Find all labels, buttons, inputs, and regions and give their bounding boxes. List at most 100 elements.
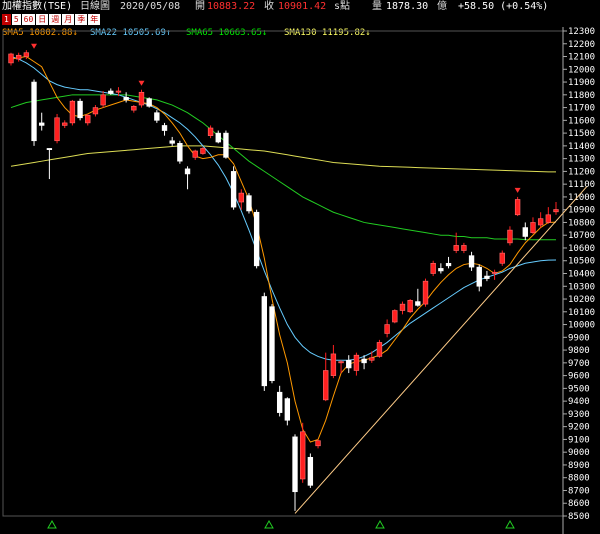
candle-body bbox=[499, 252, 505, 264]
candle-body bbox=[261, 296, 267, 387]
y-tick-label: 12200 bbox=[568, 40, 595, 50]
y-tick-label: 9400 bbox=[568, 397, 590, 407]
y-tick-label: 8500 bbox=[568, 512, 590, 522]
candle-body bbox=[69, 100, 76, 124]
y-tick-label: 9900 bbox=[568, 333, 590, 343]
y-tick-label: 10700 bbox=[568, 231, 595, 241]
candle-body bbox=[184, 168, 191, 175]
candle-body bbox=[323, 370, 329, 401]
y-tick-label: 9700 bbox=[568, 359, 590, 369]
y-tick-label: 8800 bbox=[568, 474, 590, 484]
y-tick-label: 11700 bbox=[568, 104, 595, 114]
candle-body bbox=[15, 54, 22, 60]
candle-body bbox=[353, 354, 360, 371]
candle-body bbox=[292, 436, 298, 493]
candle-body bbox=[484, 275, 490, 279]
candle-body bbox=[92, 107, 99, 115]
candle-body bbox=[207, 127, 214, 136]
y-tick-label: 10800 bbox=[568, 218, 595, 228]
candle-body bbox=[514, 199, 521, 216]
y-tick-label: 9800 bbox=[568, 346, 590, 356]
y-tick-label: 11900 bbox=[568, 78, 595, 88]
y-tick-label: 12300 bbox=[568, 27, 595, 37]
period-marker-icon bbox=[264, 519, 274, 529]
candle-body bbox=[223, 132, 229, 158]
candle-body bbox=[537, 218, 544, 226]
period-marker-icon bbox=[47, 519, 57, 529]
candle-body bbox=[177, 143, 183, 162]
y-tick-label: 10200 bbox=[568, 295, 595, 305]
candle-body bbox=[246, 195, 252, 212]
y-tick-label: 9300 bbox=[568, 410, 590, 420]
candle-body bbox=[407, 300, 413, 313]
y-tick-label: 11300 bbox=[568, 155, 595, 165]
candle-body bbox=[62, 122, 68, 126]
y-tick-label: 10000 bbox=[568, 321, 595, 331]
candle-body bbox=[461, 245, 467, 251]
sma22-line bbox=[10, 56, 557, 361]
candle-body bbox=[361, 358, 367, 364]
candle-body bbox=[330, 353, 337, 376]
y-tick-label: 9100 bbox=[568, 435, 590, 445]
candle-body bbox=[307, 456, 314, 486]
candle-body bbox=[376, 342, 383, 357]
y-tick-label: 10600 bbox=[568, 244, 595, 254]
y-tick-label: 10100 bbox=[568, 308, 595, 318]
y-tick-label: 9500 bbox=[568, 384, 590, 394]
candle-body bbox=[415, 301, 421, 306]
y-tick-label: 10500 bbox=[568, 257, 595, 267]
sma130-line bbox=[10, 145, 556, 173]
y-tick-label: 11800 bbox=[568, 91, 595, 101]
candle-body bbox=[338, 361, 344, 364]
candle-body bbox=[422, 280, 429, 305]
candle-body bbox=[300, 431, 306, 480]
y-tick-label: 9200 bbox=[568, 423, 590, 433]
y-tick-label: 9000 bbox=[568, 448, 590, 458]
y-tick-label: 8600 bbox=[568, 499, 590, 509]
candle-body bbox=[369, 357, 375, 361]
candle-body bbox=[384, 324, 390, 334]
candle-body bbox=[54, 117, 60, 142]
candle-body bbox=[46, 148, 53, 150]
marker-arrow bbox=[138, 80, 145, 86]
sma65-line bbox=[10, 94, 556, 241]
y-tick-label: 12000 bbox=[568, 65, 595, 75]
candle-body bbox=[161, 125, 168, 131]
candle-body bbox=[430, 262, 436, 274]
marker-arrow bbox=[514, 187, 521, 193]
candle-body bbox=[276, 391, 283, 413]
y-tick-label: 12100 bbox=[568, 53, 595, 63]
candle-body bbox=[476, 266, 482, 287]
y-tick-label: 10400 bbox=[568, 270, 595, 280]
candle-body bbox=[522, 227, 528, 237]
candle-body bbox=[438, 268, 444, 272]
candle-body bbox=[530, 222, 536, 233]
y-tick-label: 11100 bbox=[568, 180, 595, 190]
candle-body bbox=[230, 171, 237, 208]
candle-body bbox=[108, 90, 114, 94]
candle-body bbox=[507, 229, 513, 244]
candlestick-chart: 12300 12200 12100 12000 11900 11800 11700 11600… bbox=[2, 27, 595, 534]
candle-body bbox=[346, 359, 352, 369]
candle-body bbox=[553, 209, 559, 213]
period-marker-icon bbox=[505, 519, 515, 529]
candle-body bbox=[131, 106, 137, 111]
candle-body bbox=[39, 122, 45, 126]
candle-body bbox=[146, 98, 152, 107]
candle-body bbox=[115, 90, 122, 93]
candle-body bbox=[453, 245, 459, 251]
y-tick-label: 11500 bbox=[568, 129, 595, 139]
candle-body bbox=[85, 114, 91, 124]
candle-body bbox=[77, 100, 83, 119]
sma5-line bbox=[10, 56, 557, 443]
candle-body bbox=[23, 52, 30, 57]
period-marker-icon bbox=[375, 519, 385, 529]
y-tick-label: 10900 bbox=[568, 206, 595, 216]
candle-body bbox=[215, 132, 221, 143]
candle-body bbox=[192, 150, 198, 158]
candle-body bbox=[154, 112, 160, 121]
candle-body bbox=[8, 53, 14, 64]
candle-body bbox=[315, 440, 321, 447]
candle-body bbox=[138, 91, 145, 106]
y-tick-label: 8900 bbox=[568, 461, 590, 471]
